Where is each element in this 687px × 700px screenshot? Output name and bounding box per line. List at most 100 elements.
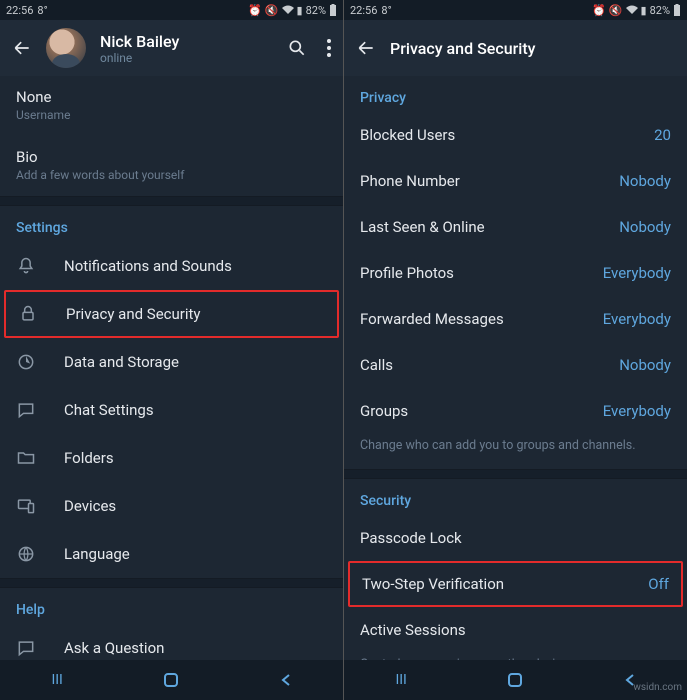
battery-icon: [329, 4, 337, 16]
back-button[interactable]: [12, 38, 32, 58]
battery-icon: [673, 4, 681, 16]
globe-icon: [16, 544, 36, 564]
divider: [0, 578, 343, 588]
username-row[interactable]: None Username: [0, 76, 343, 136]
row-phone-number[interactable]: Phone Number Nobody: [344, 158, 687, 204]
section-settings: Settings: [0, 206, 343, 242]
row-label: Forwarded Messages: [360, 310, 575, 328]
watermark: wsidn.com: [633, 682, 682, 693]
row-profile-photos[interactable]: Profile Photos Everybody: [344, 250, 687, 296]
row-chat-settings[interactable]: Chat Settings: [0, 386, 343, 434]
row-folders[interactable]: Folders: [0, 434, 343, 482]
row-label: Notifications and Sounds: [64, 257, 327, 275]
row-notifications[interactable]: Notifications and Sounds: [0, 242, 343, 290]
row-label: Groups: [360, 402, 575, 420]
row-active-sessions[interactable]: Active Sessions: [344, 607, 687, 653]
navigation-bar: III: [344, 660, 687, 700]
back-button[interactable]: [356, 38, 376, 58]
row-label: Language: [64, 545, 327, 563]
nav-home[interactable]: [151, 672, 191, 688]
row-forwarded-messages[interactable]: Forwarded Messages Everybody: [344, 296, 687, 342]
section-privacy: Privacy: [344, 76, 687, 112]
row-value: Everybody: [603, 264, 671, 282]
user-name: Nick Bailey: [100, 32, 273, 51]
nav-back[interactable]: [266, 673, 306, 687]
row-label: Passcode Lock: [360, 529, 671, 547]
app-bar: Nick Bailey online: [0, 20, 343, 76]
hint-sessions: Control your sessions on other devices.: [344, 653, 687, 660]
row-data-storage[interactable]: Data and Storage: [0, 338, 343, 386]
battery-pct: 82%: [650, 4, 670, 17]
nav-home[interactable]: [495, 672, 535, 688]
search-button[interactable]: [287, 38, 307, 58]
status-bar: 22:56 8° ⏰ 🔇 ▮ 82%: [0, 0, 343, 20]
navigation-bar: III: [0, 660, 343, 700]
devices-icon: [16, 496, 36, 516]
divider: [0, 196, 343, 206]
row-groups[interactable]: Groups Everybody: [344, 388, 687, 434]
nav-recents[interactable]: III: [37, 672, 77, 688]
row-label: Calls: [360, 356, 591, 374]
bio-row[interactable]: Bio Add a few words about yourself: [0, 136, 343, 196]
row-devices[interactable]: Devices: [0, 482, 343, 530]
row-language[interactable]: Language: [0, 530, 343, 578]
row-value: Nobody: [619, 356, 671, 374]
status-bar: 22:56 8° ⏰ 🔇 ▮ 82%: [344, 0, 687, 20]
avatar[interactable]: [46, 28, 86, 68]
wifi-icon: [282, 5, 294, 15]
lock-icon: [18, 304, 38, 324]
nav-recents[interactable]: III: [381, 672, 421, 688]
screen-settings: 22:56 8° ⏰ 🔇 ▮ 82% Nick Bailey online: [0, 0, 343, 700]
row-label: Chat Settings: [64, 401, 327, 419]
row-label: Two-Step Verification: [362, 575, 620, 593]
alarm-icon: ⏰: [248, 4, 262, 17]
mute-icon: 🔇: [609, 4, 623, 17]
bell-icon: [16, 256, 36, 276]
row-label: Data and Storage: [64, 353, 327, 371]
divider: [344, 469, 687, 479]
mute-icon: 🔇: [265, 4, 279, 17]
row-calls[interactable]: Calls Nobody: [344, 342, 687, 388]
section-help: Help: [0, 588, 343, 624]
alarm-icon: ⏰: [592, 4, 606, 17]
app-bar: Privacy and Security: [344, 20, 687, 76]
row-value: Everybody: [603, 402, 671, 420]
row-value: Nobody: [619, 218, 671, 236]
row-label: Privacy and Security: [66, 305, 325, 323]
battery-pct: 82%: [306, 4, 326, 17]
row-passcode-lock[interactable]: Passcode Lock: [344, 515, 687, 561]
row-last-seen[interactable]: Last Seen & Online Nobody: [344, 204, 687, 250]
row-ask-question[interactable]: Ask a Question: [0, 624, 343, 660]
signal-icon: ▮: [297, 4, 303, 17]
page-title-block: Nick Bailey online: [100, 32, 273, 65]
chat-icon: [16, 638, 36, 658]
row-label: Profile Photos: [360, 264, 575, 282]
row-value: Nobody: [619, 172, 671, 190]
row-label: Folders: [64, 449, 327, 467]
row-value: Everybody: [603, 310, 671, 328]
status-time: 22:56: [6, 4, 33, 17]
username-value: None: [16, 88, 327, 106]
more-button[interactable]: [327, 39, 331, 57]
row-label: Blocked Users: [360, 126, 626, 144]
status-time: 22:56: [350, 4, 377, 17]
row-label: Phone Number: [360, 172, 591, 190]
bio-caption: Add a few words about yourself: [16, 168, 327, 182]
row-label: Last Seen & Online: [360, 218, 591, 236]
row-value: Off: [648, 575, 669, 593]
database-icon: [16, 352, 36, 372]
row-label: Active Sessions: [360, 621, 671, 639]
wifi-icon: [626, 5, 638, 15]
bio-value: Bio: [16, 148, 327, 166]
row-blocked-users[interactable]: Blocked Users 20: [344, 112, 687, 158]
screen-privacy-security: 22:56 8° ⏰ 🔇 ▮ 82% Privacy and Security …: [344, 0, 687, 700]
folder-icon: [16, 448, 36, 468]
row-privacy-security[interactable]: Privacy and Security: [4, 290, 339, 338]
row-value: 20: [654, 126, 671, 144]
hint-groups: Change who can add you to groups and cha…: [344, 434, 687, 469]
row-two-step-verification[interactable]: Two-Step Verification Off: [348, 561, 683, 607]
page-title: Privacy and Security: [390, 39, 675, 58]
section-security: Security: [344, 479, 687, 515]
status-temp: 8°: [37, 4, 47, 17]
user-status: online: [100, 51, 273, 65]
